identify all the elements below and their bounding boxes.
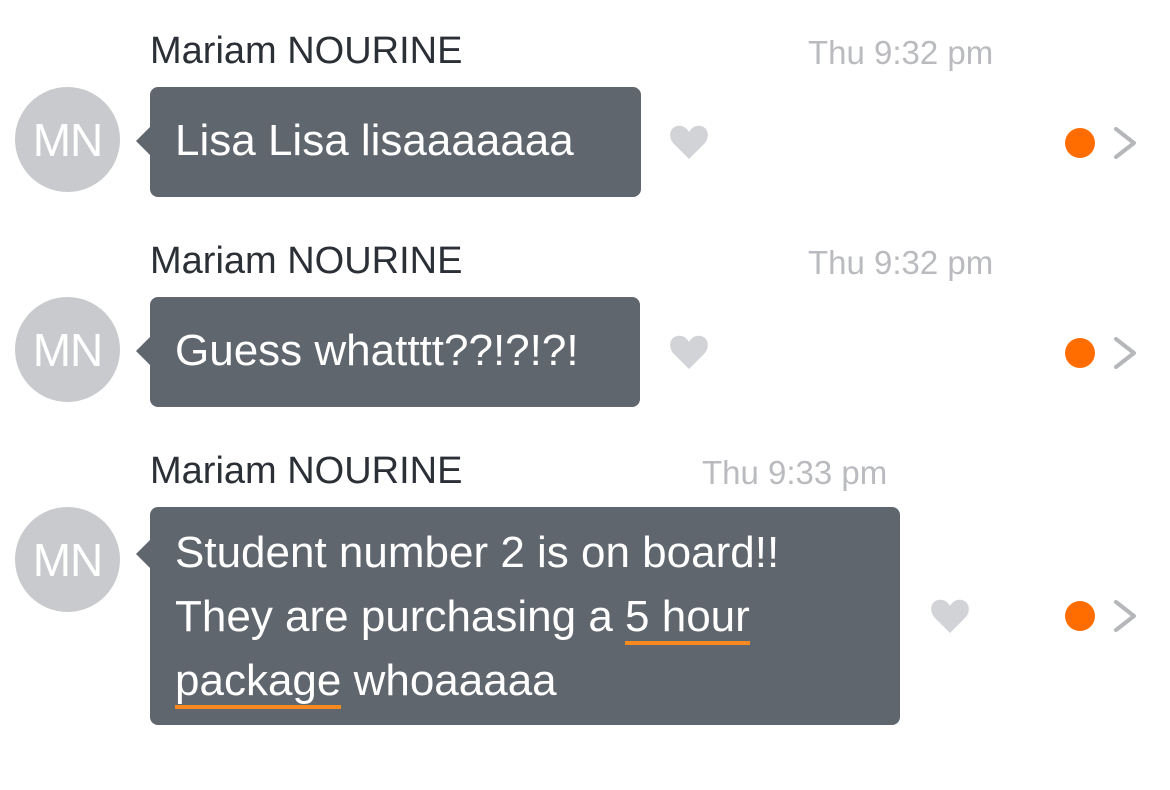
message-timestamp: Thu 9:32 pm [808, 244, 994, 281]
detected-link-fragment[interactable]: 5 hour [625, 592, 750, 645]
unread-dot-icon [1065, 601, 1095, 631]
unread-dot-icon [1065, 128, 1095, 158]
sender-name: Mariam NOURINE [150, 30, 463, 72]
avatar[interactable]: MN [15, 297, 120, 402]
chevron-right-icon[interactable] [1110, 125, 1142, 161]
heart-icon[interactable] [669, 334, 709, 370]
detected-link-fragment[interactable]: package [175, 656, 342, 709]
message-timestamp: Thu 9:32 pm [808, 34, 994, 71]
message-text-fragment: They are purchasing a [175, 592, 626, 641]
message-bubble[interactable]: Student number 2 is on board!! They are … [136, 507, 900, 725]
chevron-right-icon[interactable] [1110, 598, 1142, 634]
message-text-line-3: package whoaaaaa [175, 649, 874, 713]
sender-name: Mariam NOURINE [150, 450, 463, 492]
message-text-line-2: They are purchasing a 5 hour [175, 585, 874, 649]
sender-name: Mariam NOURINE [150, 240, 463, 282]
message-bubble[interactable]: Lisa Lisa lisaaaaaaa [136, 87, 641, 197]
message-text-fragment: whoaaaaa [341, 656, 557, 705]
chevron-right-icon[interactable] [1110, 335, 1142, 371]
message-text: Lisa Lisa lisaaaaaaa [175, 116, 574, 165]
message-timestamp: Thu 9:33 pm [702, 454, 888, 491]
message-text-line-1: Student number 2 is on board!! [175, 528, 780, 577]
unread-dot-icon [1065, 338, 1095, 368]
avatar[interactable]: MN [15, 87, 120, 192]
message-text: Guess whatttt??!?!?! [175, 326, 579, 375]
avatar[interactable]: MN [15, 507, 120, 612]
message-bubble[interactable]: Guess whatttt??!?!?! [136, 297, 640, 407]
heart-icon[interactable] [930, 598, 970, 634]
heart-icon[interactable] [669, 124, 709, 160]
